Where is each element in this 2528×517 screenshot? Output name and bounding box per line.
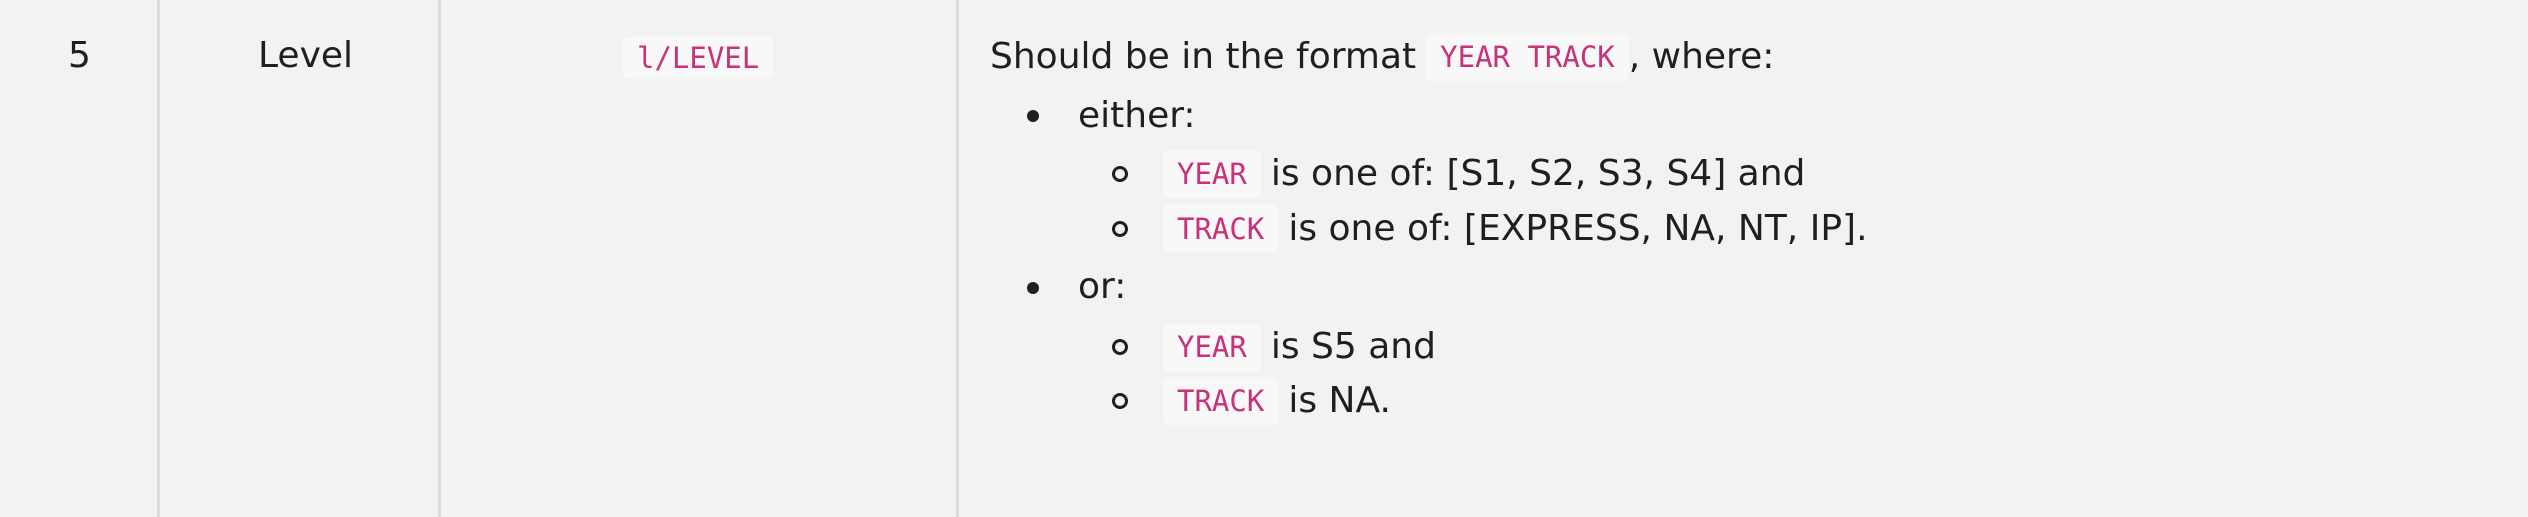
column-divider [956, 0, 959, 517]
column-divider [157, 0, 160, 517]
group-label-either: either: [1078, 95, 1196, 136]
field-name: Level [258, 35, 354, 76]
column-divider [438, 0, 441, 517]
list-item: YEAR is one of: [S1, S2, S3, S4] and [1163, 150, 1805, 198]
group-label-or: or: [1078, 266, 1127, 307]
list-item-text: is NA. [1288, 380, 1391, 421]
bullet-circle-icon [1112, 166, 1128, 182]
year-code: YEAR [1163, 150, 1261, 198]
track-code: TRACK [1163, 205, 1279, 253]
table-row: 5 Level l/LEVEL Should be in the format … [0, 0, 2528, 517]
bullet-circle-icon [1112, 221, 1128, 237]
list-item-text: is one of: [S1, S2, S3, S4] and [1270, 153, 1806, 194]
list-item: YEAR is S5 and [1163, 323, 1436, 371]
description-intro-suffix: , where: [1628, 36, 1775, 77]
bullet-circle-icon [1112, 339, 1128, 355]
track-code: TRACK [1163, 377, 1279, 425]
format-code: YEAR TRACK [1426, 33, 1629, 81]
list-item-text: is one of: [EXPRESS, NA, NT, IP]. [1288, 208, 1868, 249]
row-index: 5 [68, 35, 91, 76]
year-code: YEAR [1163, 323, 1261, 371]
bullet-circle-icon [1112, 393, 1128, 409]
list-item: TRACK is one of: [EXPRESS, NA, NT, IP]. [1163, 205, 1868, 253]
bullet-disc-icon [1027, 110, 1039, 122]
description-intro-text: Should be in the format [990, 36, 1417, 77]
list-item-text: is S5 and [1270, 326, 1436, 367]
description-intro: Should be in the format YEAR TRACK , whe… [990, 33, 1774, 81]
bullet-disc-icon [1027, 282, 1039, 294]
prefix-code: l/LEVEL [623, 37, 774, 79]
list-item: TRACK is NA. [1163, 377, 1391, 425]
